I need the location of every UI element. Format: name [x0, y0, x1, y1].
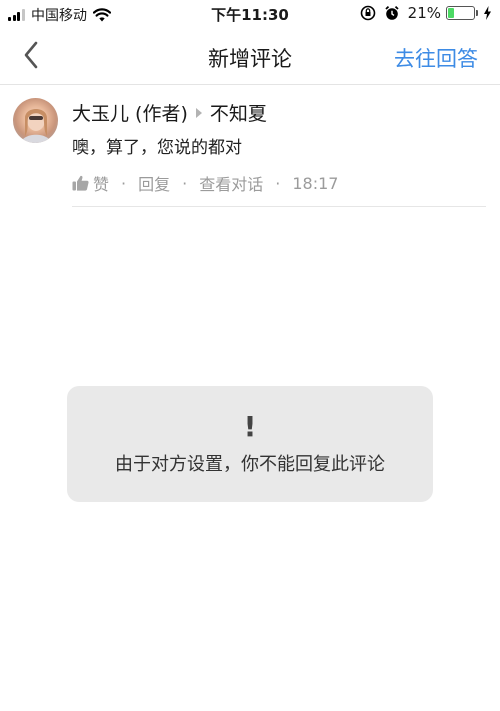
reply-button[interactable]: 回复: [138, 171, 170, 195]
separator-dot: ·: [182, 173, 188, 193]
avatar[interactable]: [13, 98, 58, 143]
battery-icon: [446, 6, 478, 20]
like-button[interactable]: 赞: [93, 171, 109, 195]
comment-actions: 赞 · 回复 · 查看对话 · 18:17: [72, 171, 338, 195]
author-name[interactable]: 大玉儿 (作者): [72, 99, 188, 126]
comment-text: 噢，算了，您说的都对: [72, 138, 242, 158]
alarm-icon: [385, 5, 399, 20]
go-to-answer-button[interactable]: 去往回答: [394, 43, 478, 73]
reply-to-name[interactable]: 不知夏: [210, 99, 267, 126]
status-right: 21%: [360, 4, 492, 22]
battery-level-fill: [448, 8, 454, 18]
reply-arrow-icon: [195, 107, 202, 118]
separator-dot: ·: [275, 173, 281, 193]
view-conversation-link[interactable]: 查看对话: [199, 171, 263, 195]
separator-dot: ·: [121, 173, 127, 193]
exclamation-icon: !: [243, 410, 257, 443]
avatar-image: [21, 109, 51, 143]
orientation-lock-icon: [360, 5, 375, 21]
nav-bar: 新增评论 去往回答: [0, 28, 500, 85]
charging-icon: [484, 6, 491, 20]
divider: [72, 206, 486, 207]
thumbs-up-icon[interactable]: [72, 175, 89, 191]
status-bar: 中国移动 下午11:30 21%: [0, 0, 500, 28]
comment-time: 18:17: [292, 173, 339, 193]
toast-message: ! 由于对方设置，你不能回复此评论: [67, 386, 433, 502]
comment-item: 大玉儿 (作者) 不知夏 噢，算了，您说的都对 赞 · 回复 · 查看对话 · …: [0, 85, 500, 207]
battery-percent: 21%: [407, 4, 441, 22]
comment-header: 大玉儿 (作者) 不知夏: [72, 99, 267, 126]
toast-text: 由于对方设置，你不能回复此评论: [115, 454, 385, 475]
